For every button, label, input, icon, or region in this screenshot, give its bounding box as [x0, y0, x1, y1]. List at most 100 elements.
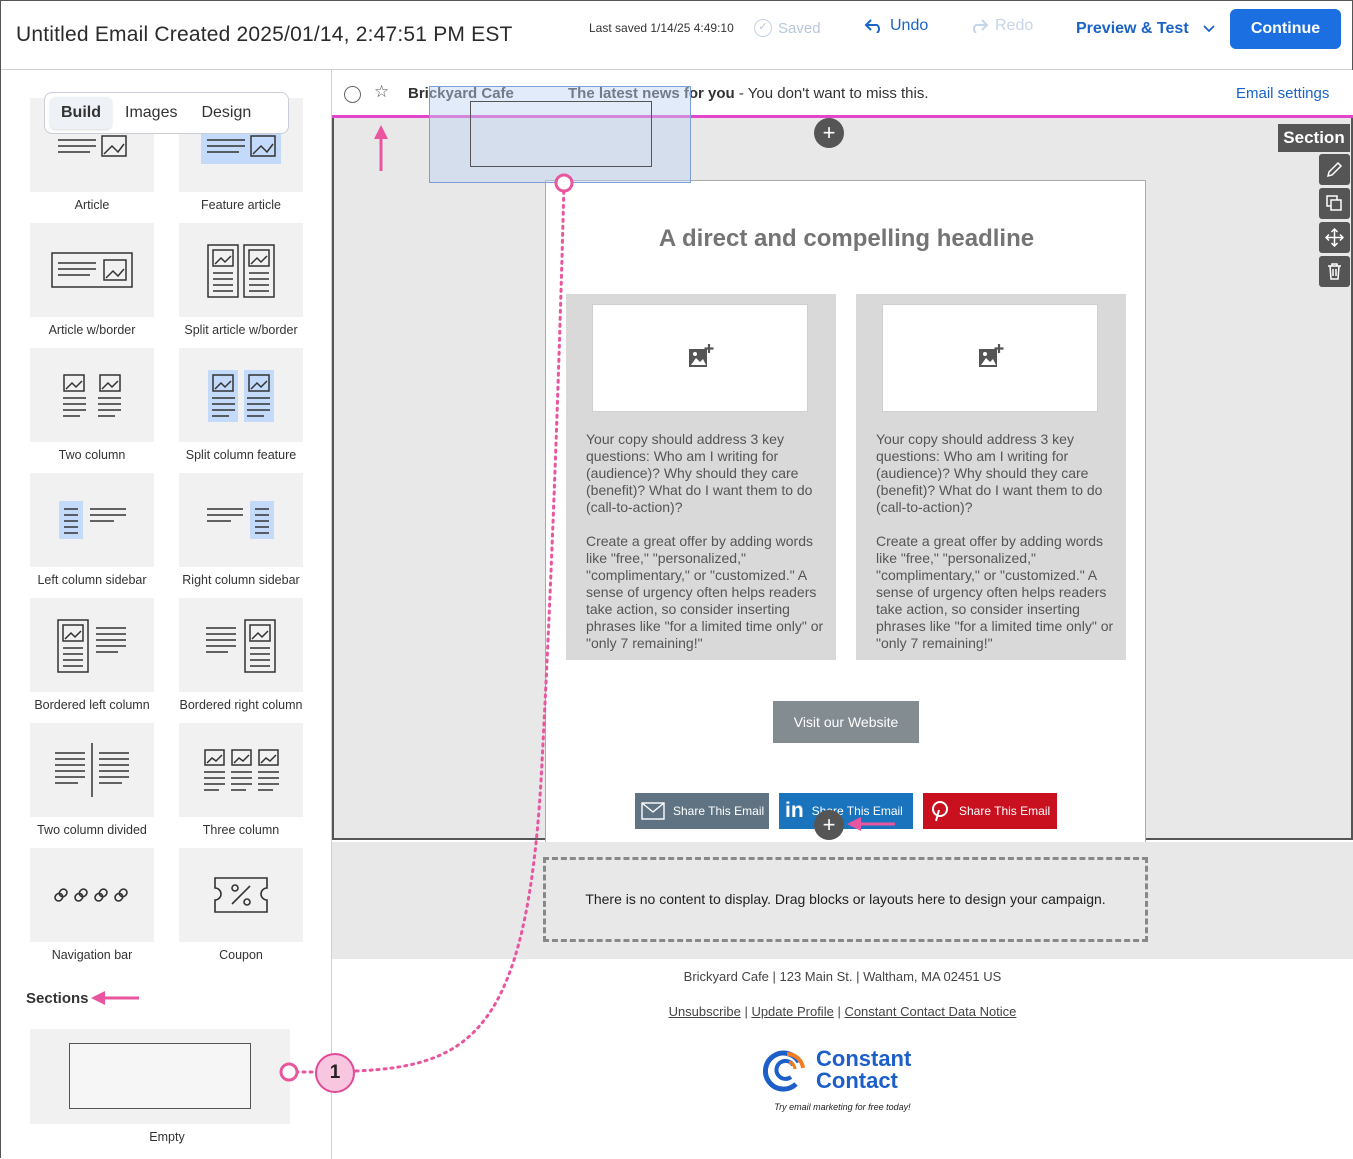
layout-label: Bordered left column [34, 698, 150, 712]
layout-label: Navigation bar [51, 948, 133, 962]
envelope-icon [641, 802, 665, 820]
tab-design[interactable]: Design [190, 97, 262, 129]
share-email-button[interactable]: Share This Email [635, 793, 769, 829]
layout-label: Three column [202, 823, 280, 837]
layout-label: Bordered right column [179, 698, 303, 712]
unsubscribe-link[interactable]: Unsubscribe [669, 1004, 741, 1019]
duplicate-section-button[interactable] [1319, 188, 1350, 219]
add-section-below-button[interactable]: + [814, 810, 844, 840]
edit-section-button[interactable] [1319, 154, 1350, 185]
undo-button[interactable]: Undo [864, 17, 928, 35]
footer-address: Brickyard Cafe | 123 Main St. | Waltham,… [683, 969, 1002, 984]
share-label: Share This Email [673, 804, 765, 818]
last-saved-text: Last saved 1/14/25 4:49:10 [589, 21, 734, 35]
layout-label: Two column [58, 448, 126, 462]
preview-test-button[interactable]: Preview & Test [1076, 20, 1215, 38]
headline[interactable]: A direct and compelling headline [546, 225, 1147, 253]
body-copy[interactable]: Your copy should address 3 key questions… [586, 431, 826, 669]
constant-contact-mark-icon [763, 1050, 805, 1092]
right-column-sidebar-icon [207, 501, 274, 539]
image-placeholder[interactable] [882, 304, 1098, 412]
share-pinterest-button[interactable]: Share This Email [923, 793, 1057, 829]
left-column-sidebar-icon [59, 501, 126, 539]
step-callout: 1 [315, 1053, 355, 1093]
layout-label: Right column sidebar [182, 573, 300, 587]
layout-tile-left-column-sidebar[interactable] [30, 473, 154, 567]
layout-tile-split-article-border[interactable] [179, 223, 303, 317]
logo-tagline: Try email marketing for free today! [774, 1102, 911, 1112]
layout-tile-right-column-sidebar[interactable] [179, 473, 303, 567]
check-icon: ✓ [754, 19, 772, 37]
panel-tabs: Build Images Design [44, 92, 289, 134]
trash-icon [1328, 263, 1341, 280]
empty-section-icon [470, 101, 652, 167]
move-section-button[interactable] [1319, 222, 1350, 253]
link-icon [54, 888, 128, 902]
layout-tile-split-column-feature[interactable] [179, 348, 303, 442]
layout-label: Two column divided [37, 823, 147, 837]
email-title[interactable]: Untitled Email Created 2025/01/14, 2:47:… [16, 23, 513, 47]
email-settings-link[interactable]: Email settings [1236, 85, 1329, 102]
top-bar: Untitled Email Created 2025/01/14, 2:47:… [1, 1, 1352, 70]
copy-paragraph: Your copy should address 3 key questions… [876, 431, 1103, 515]
section-label-empty: Empty [149, 1130, 185, 1144]
redo-icon [973, 19, 989, 33]
copy-paragraph: Your copy should address 3 key questions… [586, 431, 813, 515]
layout-tile-two-column[interactable] [30, 348, 154, 442]
three-column-icon [204, 749, 279, 791]
layout-tile-article-border[interactable] [30, 223, 154, 317]
split-article-border-icon [207, 244, 275, 298]
star-icon[interactable]: ☆ [374, 82, 389, 102]
section-tile-empty[interactable] [30, 1029, 290, 1124]
select-radio[interactable] [344, 86, 361, 103]
layout-tile-three-column[interactable] [179, 723, 303, 817]
split-column-feature-icon [208, 370, 274, 422]
move-icon [1325, 228, 1344, 247]
layout-label: Left column sidebar [37, 573, 147, 587]
update-profile-link[interactable]: Update Profile [751, 1004, 833, 1019]
tab-build[interactable]: Build [50, 97, 112, 129]
drag-preview [429, 86, 691, 183]
article-border-icon [51, 252, 133, 288]
add-section-above-button[interactable]: + [814, 118, 844, 148]
visit-website-button[interactable]: Visit our Website [773, 701, 919, 743]
layout-tile-two-column-divided[interactable] [30, 723, 154, 817]
copy-paragraph: Create a great offer by adding words lik… [586, 533, 824, 651]
continue-button[interactable]: Continue [1230, 9, 1341, 49]
data-notice-link[interactable]: Constant Contact Data Notice [844, 1004, 1016, 1019]
tab-images[interactable]: Images [114, 97, 188, 129]
layout-label: Split article w/border [184, 323, 298, 337]
add-image-icon [979, 344, 1004, 367]
coupon-icon [214, 877, 268, 913]
empty-section: There is no content to display. Drag blo… [332, 842, 1353, 959]
empty-section-icon [69, 1043, 251, 1109]
two-column-divided-icon [55, 743, 129, 797]
left-column-block[interactable]: Your copy should address 3 key questions… [566, 294, 836, 660]
layout-label: Coupon [219, 948, 263, 962]
bordered-left-column-icon [57, 619, 126, 673]
left-panel: Build Images Design Article Feature arti… [1, 70, 332, 1159]
right-column-block[interactable]: Your copy should address 3 key questions… [856, 294, 1126, 660]
undo-icon [864, 19, 880, 33]
redo-button[interactable]: Redo [969, 17, 1033, 35]
undo-label: Undo [890, 17, 929, 34]
pencil-icon [1326, 161, 1343, 178]
add-image-icon [689, 344, 714, 367]
layout-tile-navigation-bar[interactable] [30, 848, 154, 942]
layout-tile-coupon[interactable] [179, 848, 303, 942]
logo-word: Constant [816, 1046, 912, 1071]
delete-section-button[interactable] [1319, 256, 1350, 287]
drop-zone[interactable]: There is no content to display. Drag blo… [543, 857, 1148, 942]
selected-section[interactable]: A direct and compelling headline Your co… [332, 118, 1353, 874]
two-column-icon [63, 374, 121, 417]
body-copy[interactable]: Your copy should address 3 key questions… [876, 431, 1116, 669]
layout-tile-bordered-left-column[interactable] [30, 598, 154, 692]
email-body: A direct and compelling headline Your co… [545, 180, 1146, 874]
share-linkedin-button[interactable]: in Share This Email [779, 793, 913, 829]
layout-label: Article w/border [48, 323, 136, 337]
layout-tile-bordered-right-column[interactable] [179, 598, 303, 692]
section-tag: Section [1278, 124, 1350, 152]
logo-word: Contact [816, 1068, 898, 1093]
linkedin-icon: in [785, 799, 804, 822]
image-placeholder[interactable] [592, 304, 808, 412]
